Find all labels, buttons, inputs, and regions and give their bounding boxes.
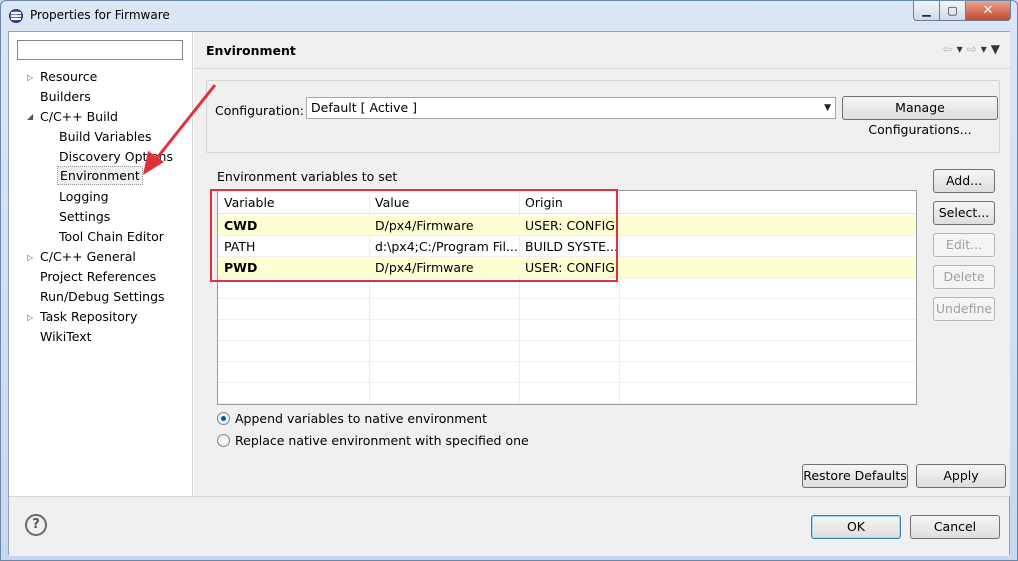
empty-row (218, 320, 916, 341)
empty-row (218, 362, 916, 383)
empty-row (218, 278, 916, 299)
column-header-origin[interactable]: Origin (519, 191, 619, 214)
table-row[interactable]: PATH d:\px4;C:/Program Fil... BUILD SYST… (218, 236, 916, 257)
cell-origin: USER: CONFIG (525, 260, 615, 275)
restore-defaults-button[interactable]: Restore Defaults (802, 464, 908, 488)
page-navigation: ⇦ ▾ ⇨ ▾ ▼ (943, 42, 1000, 56)
cell-value: d:\px4;C:/Program Fil... (375, 239, 518, 254)
page-title: Environment (206, 43, 296, 58)
window-title: Properties for Firmware (30, 8, 170, 22)
collapse-icon[interactable]: ◢ (27, 112, 35, 122)
append-option[interactable]: Append variables to native environment (217, 409, 487, 427)
forward-arrow-icon[interactable]: ⇨ (967, 42, 977, 56)
view-menu-icon[interactable]: ▼ (991, 42, 1000, 56)
tree-item-project-references[interactable]: Project References (38, 267, 158, 286)
window-controls: ▁ ▢ ✕ (913, 1, 1011, 21)
add-button[interactable]: Add... (933, 169, 995, 193)
cell-origin: USER: CONFIG (525, 218, 615, 233)
property-page: Environment ⇦ ▾ ⇨ ▾ ▼ Configuration: Def… (194, 32, 1010, 496)
configuration-value: Default [ Active ] (311, 100, 418, 115)
maximize-button[interactable]: ▢ (940, 1, 966, 21)
tree-item-discovery-options[interactable]: Discovery Options (57, 147, 191, 166)
append-label: Append variables to native environment (235, 410, 488, 426)
tree-item-logging[interactable]: Logging (57, 187, 111, 206)
empty-row (218, 299, 916, 320)
dialog-client: ▷ Resource Builders ◢ C/C++ Build Build … (8, 31, 1010, 556)
select-button[interactable]: Select... (933, 201, 995, 225)
replace-label: Replace native environment with specifie… (235, 432, 529, 448)
environment-table[interactable]: Variable Value Origin CWD D/px4/Firmware… (217, 190, 917, 405)
dialog-button-bar: ? OK Cancel (9, 496, 1009, 556)
title-bar[interactable]: Properties for Firmware ▁ ▢ ✕ (1, 1, 1017, 31)
column-header-variable[interactable]: Variable (218, 191, 369, 214)
configuration-label: Configuration: (215, 103, 304, 118)
page-header: Environment ⇦ ▾ ⇨ ▾ ▼ (194, 32, 1010, 69)
properties-window: Properties for Firmware ▁ ▢ ✕ ▷ Resource… (0, 0, 1018, 561)
table-row[interactable]: PWD D/px4/Firmware USER: CONFIG (218, 257, 916, 278)
tree-item-resource[interactable]: Resource (38, 67, 99, 86)
filter-input[interactable] (17, 40, 183, 60)
dropdown-arrow-icon[interactable]: ▼ (824, 98, 831, 118)
configuration-group: Configuration: Default [ Active ] ▼ Mana… (206, 80, 1000, 153)
back-arrow-icon[interactable]: ⇦ (943, 42, 953, 56)
cell-value: D/px4/Firmware (375, 218, 474, 233)
property-tree-pane: ▷ Resource Builders ◢ C/C++ Build Build … (9, 32, 193, 496)
tree-item-task-repository[interactable]: Task Repository (38, 307, 139, 326)
cell-origin: BUILD SYSTE... (525, 239, 618, 254)
undefine-button[interactable]: Undefine (933, 297, 995, 321)
empty-row (218, 383, 916, 404)
forward-menu-icon[interactable]: ▾ (981, 42, 987, 56)
cell-variable: PWD (224, 260, 258, 275)
close-button[interactable]: ✕ (966, 1, 1011, 21)
append-radio[interactable] (217, 411, 230, 425)
minimize-button[interactable]: ▁ (913, 1, 940, 21)
table-header: Variable Value Origin (218, 191, 916, 214)
apply-button[interactable]: Apply (916, 464, 1006, 488)
expand-icon[interactable]: ▷ (27, 313, 35, 323)
empty-row (218, 341, 916, 362)
expand-icon[interactable]: ▷ (27, 253, 35, 263)
tree-item-run-debug-settings[interactable]: Run/Debug Settings (38, 287, 167, 306)
tree-item-tool-chain-editor[interactable]: Tool Chain Editor (57, 227, 166, 246)
cell-variable: CWD (224, 218, 258, 233)
tree-item-environment[interactable]: Environment (57, 166, 143, 185)
replace-option[interactable]: Replace native environment with specifie… (217, 431, 529, 449)
configuration-select[interactable]: Default [ Active ] ▼ (306, 97, 836, 119)
tree-item-build-variables[interactable]: Build Variables (57, 127, 153, 146)
eclipse-icon (9, 9, 23, 23)
env-section-label: Environment variables to set (217, 169, 398, 184)
tree-item-wikitext[interactable]: WikiText (38, 327, 94, 346)
replace-radio[interactable] (217, 433, 230, 447)
column-header-value[interactable]: Value (369, 191, 519, 214)
tree-item-builders[interactable]: Builders (38, 87, 93, 106)
tree-item-cpp-build[interactable]: C/C++ Build (38, 107, 120, 126)
expand-icon[interactable]: ▷ (27, 73, 35, 83)
cell-value: D/px4/Firmware (375, 260, 474, 275)
edit-button[interactable]: Edit... (933, 233, 995, 257)
cancel-button[interactable]: Cancel (910, 515, 1000, 539)
table-row[interactable]: CWD D/px4/Firmware USER: CONFIG (218, 215, 916, 236)
back-menu-icon[interactable]: ▾ (957, 42, 963, 56)
manage-configurations-button[interactable]: Manage Configurations... (842, 96, 998, 137)
tree-item-settings[interactable]: Settings (57, 207, 112, 226)
cell-variable: PATH (224, 239, 256, 254)
tree-item-cpp-general[interactable]: C/C++ General (38, 247, 138, 266)
delete-button[interactable]: Delete (933, 265, 995, 289)
help-icon[interactable]: ? (25, 514, 47, 536)
ok-button[interactable]: OK (811, 515, 901, 539)
